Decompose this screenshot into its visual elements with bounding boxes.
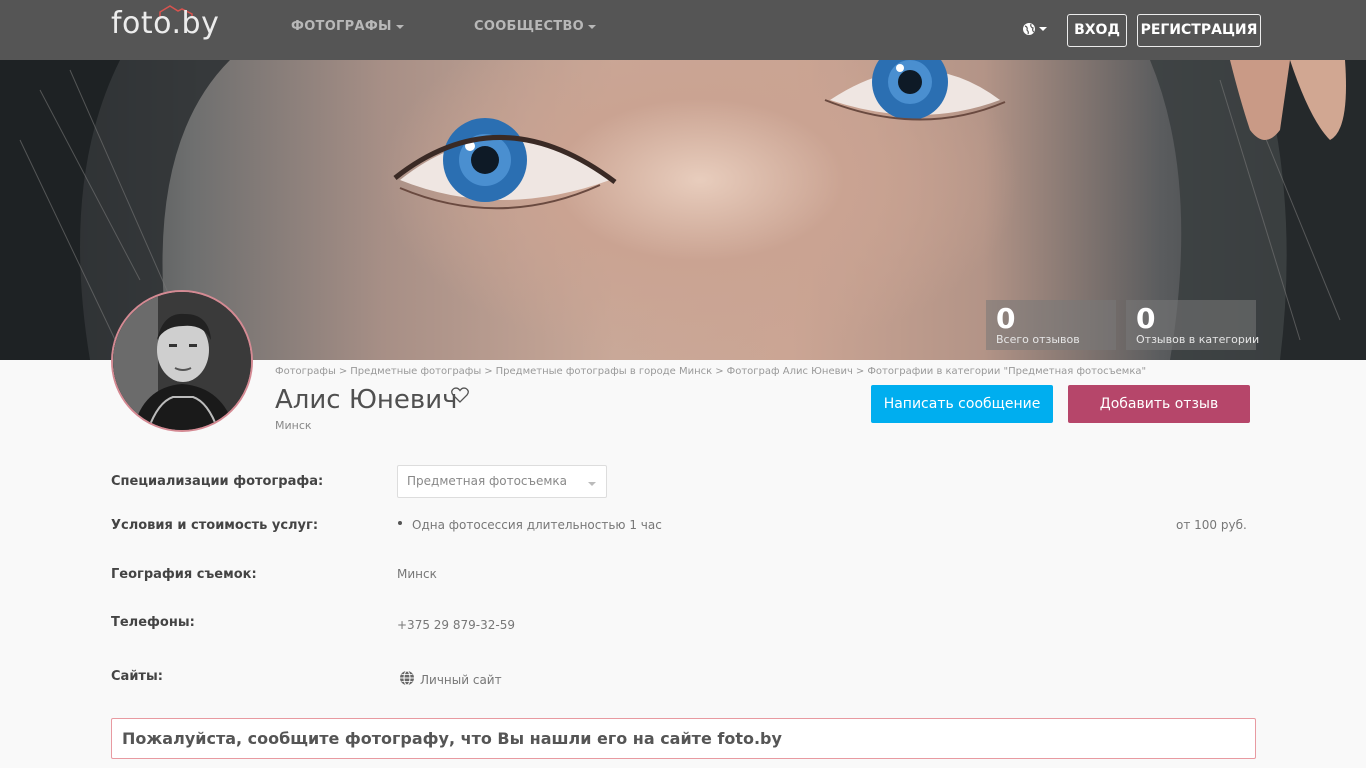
service-price: от 100 руб.: [1176, 518, 1247, 532]
photographer-city: Минск: [275, 419, 312, 432]
breadcrumb-separator: >: [715, 366, 724, 377]
category-reviews-label: Отзывов в категории: [1136, 333, 1260, 346]
services-label: Условия и стоимость услуг:: [111, 518, 319, 533]
specializations-label: Специализации фотографа:: [111, 474, 324, 489]
avatar-photo: [113, 292, 251, 430]
heart-icon[interactable]: [451, 387, 469, 403]
sites-label: Сайты:: [111, 669, 163, 684]
category-reviews-count: 0: [1136, 302, 1156, 335]
breadcrumb-item[interactable]: Предметные фотографы: [350, 366, 481, 377]
specialization-select[interactable]: Предметная фотосъемка: [397, 465, 607, 498]
register-button[interactable]: РЕГИСТРАЦИЯ: [1137, 14, 1261, 47]
logo-text: foto.by: [111, 6, 220, 41]
phone-value: +375 29 879-32-59: [397, 618, 515, 632]
nav-photographers-label: ФОТОГРАФЫ: [291, 19, 392, 34]
breadcrumb: Фотографы > Предметные фотографы > Предметны…: [275, 366, 1146, 377]
chevron-down-icon: [1039, 27, 1047, 31]
language-selector[interactable]: [1022, 21, 1048, 37]
chevron-down-icon: [588, 482, 596, 486]
breadcrumb-item[interactable]: Фотограф Алис Юневич: [727, 366, 853, 377]
service-name: Одна фотосессия длительностью 1 час: [412, 518, 662, 532]
total-reviews-stat: 0 Всего отзывов: [986, 300, 1116, 350]
phones-label: Телефоны:: [111, 615, 195, 630]
globe-icon: [1023, 23, 1035, 35]
login-button[interactable]: ВХОД: [1067, 14, 1127, 47]
top-navigation-bar: foto.by ФОТОГРАФЫ СООБЩЕСТВО ВХОД РЕГИСТ…: [0, 0, 1366, 60]
notice-box: Пожалуйста, сообщите фотографу, что Вы н…: [111, 718, 1256, 759]
avatar[interactable]: [111, 290, 253, 432]
notice-text: Пожалуйста, сообщите фотографу, что Вы н…: [122, 729, 782, 748]
category-reviews-stat: 0 Отзывов в категории: [1126, 300, 1260, 350]
nav-community[interactable]: СООБЩЕСТВО: [474, 19, 597, 34]
total-reviews-count: 0: [996, 302, 1016, 335]
add-review-button[interactable]: Добавить отзыв: [1068, 385, 1250, 423]
list-bullet: [398, 521, 402, 525]
geography-value: Минск: [397, 567, 437, 581]
breadcrumb-separator: >: [338, 366, 348, 377]
globe-icon: [400, 670, 414, 686]
nav-community-label: СООБЩЕСТВО: [474, 19, 585, 34]
nav-photographers[interactable]: ФОТОГРАФЫ: [291, 19, 404, 34]
breadcrumb-item[interactable]: Предметные фотографы в городе Минск: [496, 366, 713, 377]
specialization-selected-value: Предметная фотосъемка: [407, 474, 568, 488]
photographer-name: Алис Юневич: [275, 385, 458, 415]
breadcrumb-separator: >: [484, 366, 493, 377]
geography-label: География съемок:: [111, 567, 257, 582]
chevron-down-icon: [588, 24, 597, 29]
total-reviews-label: Всего отзывов: [996, 333, 1080, 346]
breadcrumb-separator: >: [855, 366, 865, 377]
breadcrumb-item: Фотографии в категории "Предметная фотос…: [867, 366, 1147, 377]
breadcrumb-item[interactable]: Фотографы: [275, 366, 336, 377]
personal-site-link[interactable]: Личный сайт: [420, 673, 502, 687]
chevron-down-icon: [395, 24, 404, 29]
write-message-button[interactable]: Написать сообщение: [871, 385, 1053, 423]
